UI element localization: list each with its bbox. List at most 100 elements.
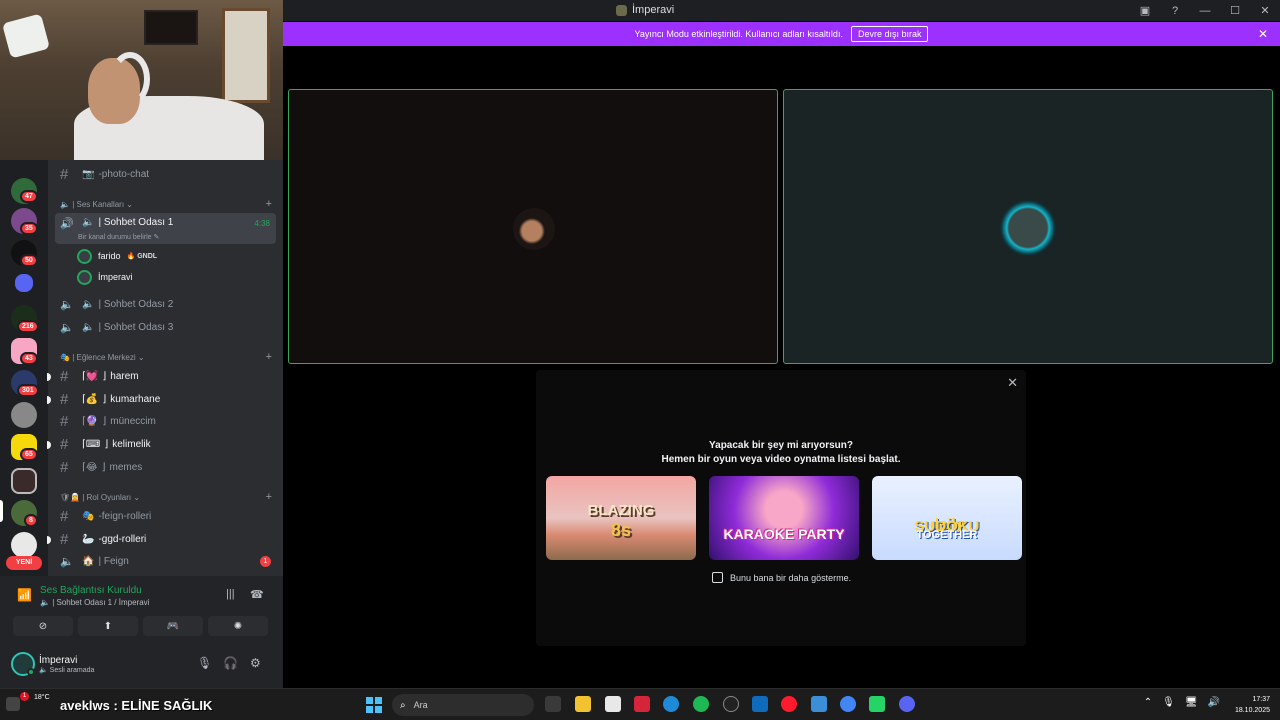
category-fun[interactable]: 🎭 | Eğlence Merkezi ⌄ + [60,350,276,364]
username: İmperavi [39,654,78,666]
voice-active-icon: 🔊 [60,218,74,230]
screen-share-button[interactable]: ⬆ [78,616,138,636]
chevron-down-icon: ⌄ [131,492,141,502]
disable-streamer-mode-button[interactable]: Devre dışı bırak [850,26,929,42]
card-title: KARAOKE PARTY [723,526,845,542]
goose-icon: 🦢 [82,533,95,545]
noise-suppression-icon[interactable]: ||| [226,588,235,600]
voice-status[interactable]: Ses Bağlantısı Kuruldu [40,585,142,596]
channel-sohbet-odasi-2[interactable]: 🔈 🔈 | Sohbet Odası 2 [55,293,276,315]
volume-icon[interactable]: 🔊 [1208,697,1220,708]
pocket-icon[interactable] [634,696,650,712]
weather-icon[interactable] [6,697,20,711]
maximize-icon[interactable]: ☐ [1220,0,1250,21]
close-icon[interactable]: ✕ [1007,375,1018,391]
activity-card-sudoku[interactable]: daily SUDOKU TOGETHER [872,476,1022,560]
microphone-icon[interactable]: 🎙 [1162,697,1175,708]
folder-icon[interactable] [15,274,33,292]
file-explorer-icon[interactable] [575,696,591,712]
server-icon[interactable] [11,532,37,558]
headphones-icon[interactable]: 🎧 [223,656,238,670]
help-icon[interactable]: ? [1160,0,1190,21]
bracket-close: ⌋ [102,393,107,405]
participant-avatar [998,198,1058,258]
mention-badge: 35 [20,222,38,235]
user-status-text: Sesli aramada [49,666,95,674]
channel-muneccim[interactable]: # ⌈ 🔮 ⌋ müneccim [55,410,276,432]
channel-feign-rolleri[interactable]: # 🎭 -feign-rolleri [55,505,276,527]
task-view-icon[interactable] [545,696,561,712]
minimize-icon[interactable]: — [1190,0,1220,21]
server-icon[interactable] [11,468,37,494]
notepad-icon[interactable] [605,696,621,712]
channel-harem[interactable]: # ⌈ 💓 ⌋ harem [47,365,276,387]
participant-tile[interactable] [783,89,1273,364]
category-voice[interactable]: 🔈 | Ses Kanalları ⌄ + [60,197,276,211]
voice-stage: ✕ Yapacak bir şey mi arıyorsun? Hemen bi… [283,46,1280,688]
user-area[interactable]: İmperavi 🔈 Sesli aramada [11,652,94,676]
opera-icon[interactable] [781,696,797,712]
activity-button[interactable]: 🎮 [143,616,203,636]
inbox-icon[interactable]: ▣ [1130,0,1160,21]
gear-icon[interactable]: ⚙ [250,656,261,670]
add-channel-icon[interactable]: + [266,351,272,363]
steam-icon[interactable] [723,696,739,712]
checkbox[interactable] [712,572,723,583]
activity-card-blazing-8s[interactable]: BLAZING 8s [546,476,696,560]
edge-icon[interactable] [663,696,679,712]
activity-card-karaoke-party[interactable]: KARAOKE PARTY [709,476,859,560]
channel-sohbet-odasi-3[interactable]: 🔈 🔈 | Sohbet Odası 3 [55,316,276,338]
hash-icon: # [60,367,69,385]
channel-kelimelik[interactable]: # ⌈ ⌨ ⌋ kelimelik [47,433,276,455]
add-channel-icon[interactable]: + [266,198,272,210]
microphone-icon[interactable]: 🎙 [197,656,212,670]
soundboard-button[interactable]: ✺ [208,616,268,636]
streamer-mode-banner: Yayıncı Modu etkinleştirildi. Kullanıcı … [283,22,1280,46]
signal-icon[interactable]: 📶 [17,588,32,602]
discord-icon[interactable] [899,696,915,712]
mention-badge: 47 [20,190,38,203]
channel-memes[interactable]: # ⌈ 😂 ⌋ memes [55,456,276,478]
keyboard-icon: ⌨ [85,438,101,450]
voice-user[interactable]: İmperavi [77,267,277,287]
chrome-icon[interactable] [840,696,856,712]
channel-kumarhane[interactable]: # ⌈ 💰 ⌋ kumarhane [47,388,276,410]
voice-location[interactable]: 🔈 | Sohbet Odası 1 / İmperavi [40,598,149,607]
hash-icon: # [60,412,69,430]
disconnect-icon[interactable]: ☎ [250,588,264,601]
windows-start-icon[interactable] [366,697,382,713]
camera-off-button[interactable]: ⊘ [13,616,73,636]
headset-prop [110,52,150,106]
add-channel-icon[interactable]: + [266,491,272,503]
taskbar-search[interactable]: ⌕ Ara [392,694,534,716]
hash-icon: # [60,390,69,408]
whatsapp-icon[interactable] [869,696,885,712]
weather-temp[interactable]: 18°C [34,694,50,701]
settings-app-icon[interactable] [811,696,827,712]
voice-connection-panel: 📶 Ses Bağlantısı Kuruldu 🔈 | Sohbet Odas… [0,576,283,688]
category-roleplay[interactable]: 🛡🧝 | Rol Oyunları ⌄ + [60,490,276,504]
network-icon[interactable]: 🖥 [1185,697,1198,708]
participant-tile[interactable] [288,89,778,364]
voice-user[interactable]: farido 🔥 GNDL [77,246,277,266]
channel-photo-chat[interactable]: # 📷 -photo-chat [55,163,276,185]
channel-ggd-rolleri[interactable]: # 🦢 -ggd-rolleri [47,528,276,550]
dont-show-again[interactable]: Bunu bana bir daha gösterme. [712,572,851,583]
card-subtitle: TOGETHER [916,529,978,541]
mention-badge: 1 [260,556,271,567]
chevron-up-icon[interactable]: ⌃ [1144,697,1152,708]
outlook-icon[interactable] [752,696,768,712]
channel-status-input[interactable]: Bir kanal durumu belirle ✎ [78,233,159,241]
channel-feign[interactable]: 🔈 🏠 | Feign 1 [55,550,276,572]
spotify-icon[interactable] [693,696,709,712]
server-icon[interactable] [11,402,37,428]
new-badge[interactable]: YENİ [6,556,42,570]
clock[interactable]: 17:37 18.10.2025 [1235,694,1270,716]
channel-sohbet-odasi-1[interactable]: 🔊 🔈 | Sohbet Odası 1 4:38 Bir kanal duru… [55,213,276,244]
soundboard-icon: ✺ [233,620,243,632]
taskbar: 1 18°C aveklws : ELİNE SAĞLIK ⌕ Ara ⌃ 🎙 … [0,688,1280,720]
microphone-prop [2,13,50,59]
banner-close-icon[interactable]: ✕ [1258,27,1268,41]
close-icon[interactable]: ✕ [1250,0,1280,21]
avatar [77,248,92,264]
